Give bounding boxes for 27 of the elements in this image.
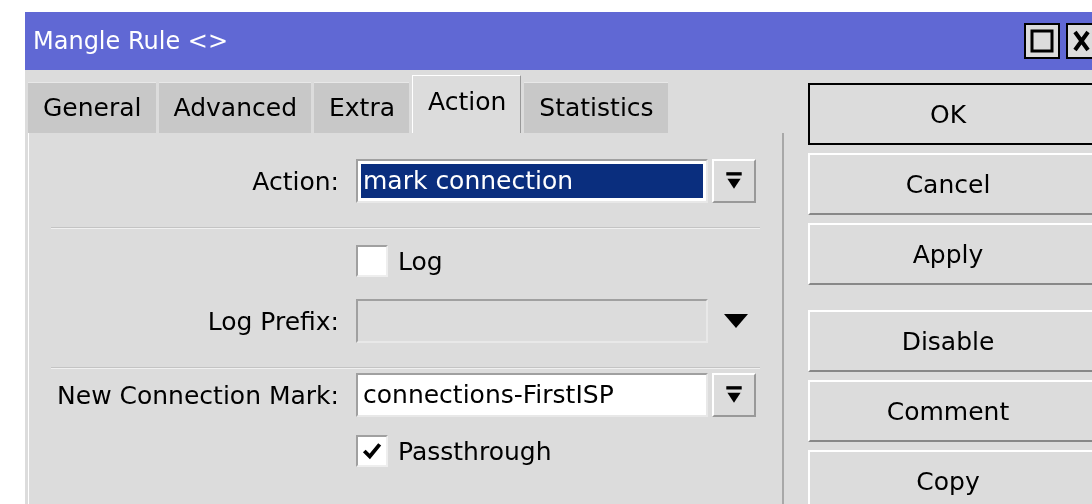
dropdown-button[interactable]: [712, 373, 756, 417]
field-label: Action:: [251, 166, 340, 196]
tab[interactable]: Statistics: [524, 82, 668, 133]
checkmark-icon: [361, 440, 383, 462]
maximize-icon[interactable]: [1024, 23, 1060, 59]
tab[interactable]: General: [28, 82, 156, 133]
dialog-button[interactable]: Copy: [808, 450, 1092, 504]
checkbox-label: Log: [398, 246, 443, 276]
dialog-button[interactable]: Cancel: [808, 153, 1092, 215]
dropdown-button[interactable]: [712, 159, 756, 203]
dialog-button[interactable]: OK: [808, 83, 1092, 145]
input-field[interactable]: mark connection: [356, 159, 708, 203]
tab[interactable]: Extra: [314, 82, 410, 133]
close-icon[interactable]: [1066, 23, 1092, 59]
tab[interactable]: Action: [412, 75, 522, 133]
dropdown-arrow-icon[interactable]: [724, 314, 748, 328]
dialog-button[interactable]: Apply: [808, 223, 1092, 285]
field-label: New Connection Mark:: [56, 380, 340, 410]
tab[interactable]: Advanced: [158, 82, 312, 133]
field-label: Log Prefix:: [206, 306, 340, 336]
checkbox[interactable]: [356, 245, 388, 277]
dialog-button[interactable]: Disable: [808, 310, 1092, 372]
checkbox-label: Passthrough: [398, 436, 552, 466]
checkbox[interactable]: [356, 435, 388, 467]
window-title: Mangle Rule <>: [33, 27, 229, 55]
input-field[interactable]: connections-FirstISP: [356, 373, 708, 417]
dialog-button[interactable]: Comment: [808, 380, 1092, 442]
